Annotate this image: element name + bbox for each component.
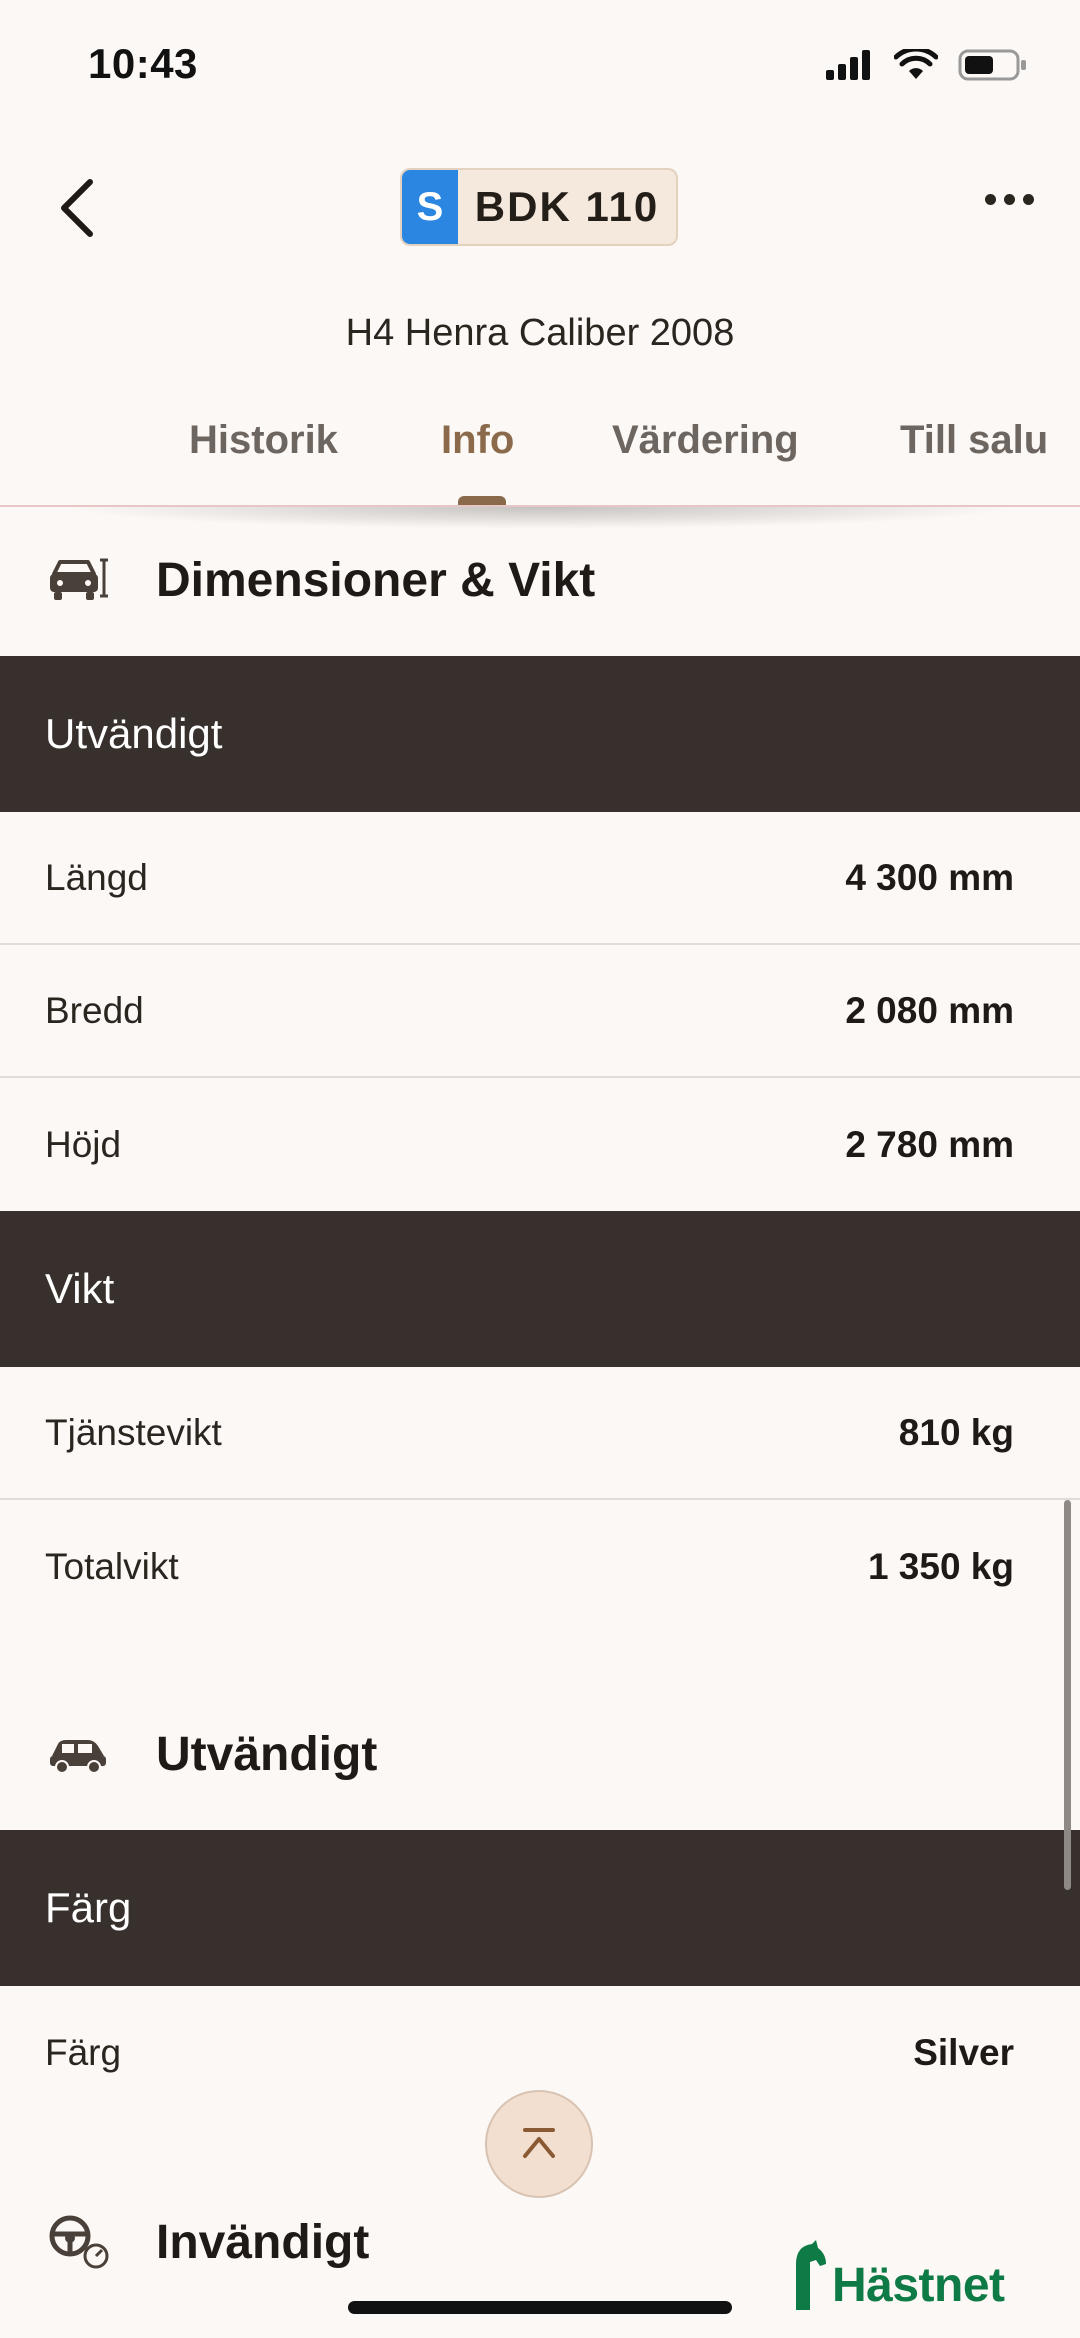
section-title: Utvändigt [156,1727,378,1781]
spec-value: 2 780 mm [845,1123,1014,1165]
car-dimensions-icon [50,558,108,600]
spec-value: 1 350 kg [867,1545,1014,1587]
spec-row-curb-weight: Tjänstevikt 810 kg [0,1367,1080,1500]
plate-country-code: S [402,170,458,244]
spec-value: Silver [913,2031,1014,2073]
spec-label: Längd [45,856,148,898]
group-header-vikt: Vikt [0,1211,1080,1367]
cellular-signal-icon [826,50,870,80]
section-header-exterior: Utvändigt [0,1684,1080,1824]
section-title: Invändigt [156,2215,370,2269]
logo-text: Hästnet [832,2259,1005,2312]
spec-label: Höjd [45,1123,122,1165]
more-dot-icon [1004,194,1015,205]
status-icons [826,48,1028,82]
section-header-dimensions: Dimensioner & Vikt [0,510,1080,650]
scroll-to-top-button[interactable] [485,2090,593,2198]
group-header-utvandigt: Utvändigt [0,656,1080,812]
spec-row-length: Längd 4 300 mm [0,812,1080,945]
license-plate: S BDK 110 [400,168,678,246]
spec-row-total-weight: Totalvikt 1 350 kg [0,1500,1080,1633]
hastnet-logo: Hästnet [790,2226,1005,2310]
spec-value: 810 kg [898,1411,1014,1453]
spec-value: 2 080 mm [845,989,1014,1031]
plate-number: BDK 110 [474,183,660,230]
car-exterior-icon [50,1740,106,1774]
more-options-button[interactable] [985,194,1034,205]
wifi-icon [894,49,938,79]
arrow-up-to-top-icon [523,2128,555,2158]
scrollbar[interactable] [1064,1500,1071,1890]
status-time: 10:43 [88,40,198,87]
spec-row-width: Bredd 2 080 mm [0,945,1080,1078]
vehicle-title: H4 Henra Caliber 2008 [345,312,735,354]
spec-label: Bredd [45,989,144,1031]
group-header-farg: Färg [0,1830,1080,1986]
battery-icon [958,49,1026,81]
tab-info[interactable]: Info [441,418,514,463]
tab-till-salu[interactable]: Till salu [900,418,1048,463]
back-button[interactable] [52,168,108,248]
home-indicator[interactable] [348,2301,732,2314]
tab-vardering[interactable]: Värdering [612,418,799,463]
more-dot-icon [1023,194,1034,205]
steering-wheel-icon [49,2215,109,2269]
spec-label: Färg [45,2031,122,2073]
tab-historik[interactable]: Historik [189,418,338,463]
spec-label: Totalvikt [45,1545,179,1587]
tab-bar: Historik Info Värdering Till salu [0,400,1080,506]
more-dot-icon [985,194,996,205]
section-title: Dimensioner & Vikt [156,553,596,607]
spec-row-height: Höjd 2 780 mm [0,1078,1080,1211]
spec-value: 4 300 mm [845,856,1014,898]
horse-head-logo-icon [796,2240,826,2310]
chevron-left-icon [61,179,93,237]
spec-label: Tjänstevikt [45,1411,222,1453]
